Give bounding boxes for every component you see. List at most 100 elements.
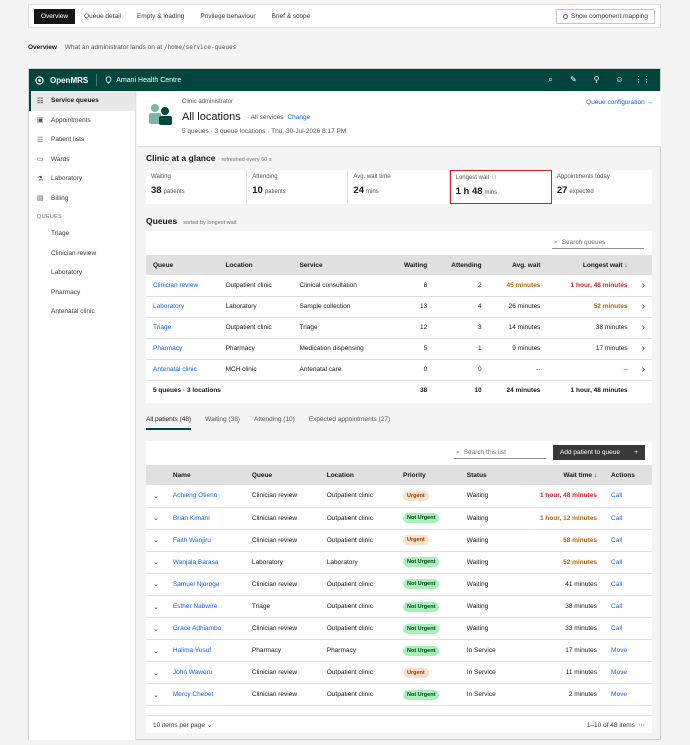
- patient-name-link[interactable]: Achieng Otieno: [165, 485, 245, 508]
- brand-name[interactable]: OpenMRS: [50, 76, 88, 85]
- call-action-link[interactable]: Call: [604, 595, 652, 619]
- tab-empty-loading[interactable]: Empty & loading: [130, 9, 191, 24]
- expand-row-icon[interactable]: ⌄: [146, 595, 166, 619]
- patient-name-link[interactable]: Faith Wanjiru: [165, 529, 245, 552]
- patient-wait-time: 58 minutes: [514, 529, 605, 552]
- table-row[interactable]: Clinician review Outpatient clinic Clinica…: [146, 275, 652, 297]
- move-action-link[interactable]: Move: [604, 639, 652, 663]
- sidebar-item-appointments[interactable]: ▣ Appointments: [29, 111, 135, 131]
- expand-row-icon[interactable]: ⌄: [146, 617, 166, 641]
- patient-location: Outpatient clinic: [319, 617, 396, 641]
- table-row: ⌄ Esther Nabwire Triage Outpatient clinic No…: [146, 595, 652, 619]
- chevron-right-icon[interactable]: ›: [634, 296, 652, 318]
- expand-row-icon[interactable]: ⌄: [146, 661, 166, 685]
- queue-attending: 2: [434, 275, 489, 297]
- move-action-link[interactable]: Move: [604, 661, 652, 685]
- patient-name-link[interactable]: Samuel Njoroge: [165, 573, 245, 596]
- tab-queue-detail[interactable]: Queue detail: [77, 9, 128, 24]
- patient-name-link[interactable]: Grace Adhiambo: [165, 617, 245, 641]
- patient-location: Outpatient clinic: [319, 661, 396, 685]
- tab-expected-appointments[interactable]: Expected appointments (27): [309, 416, 390, 430]
- queues-table-container: ⌕ Search queues Queue Location Service Wa…: [146, 231, 652, 403]
- add-patient-icon[interactable]: ⚲: [585, 75, 608, 85]
- table-row[interactable]: Triage Outpatient clinic Triage 12 3 14 minut…: [146, 317, 652, 339]
- patient-name-link[interactable]: Mercy Chebet: [165, 683, 245, 707]
- queue-configuration-link[interactable]: Queue configuration →: [586, 99, 653, 106]
- patient-name-link[interactable]: Brian Kimani: [165, 507, 245, 530]
- chevron-right-icon[interactable]: ›: [634, 359, 652, 381]
- patient-name-link[interactable]: Esther Nabwire: [165, 595, 245, 619]
- sidebar-queue-triage[interactable]: Triage: [29, 224, 135, 244]
- expand-row-icon[interactable]: ⌄: [146, 551, 166, 574]
- queue-name-link[interactable]: Triage: [146, 317, 219, 339]
- expand-row-icon[interactable]: ⌄: [146, 485, 166, 508]
- app-switcher-icon[interactable]: ⋮⋮: [631, 75, 654, 85]
- move-action-link[interactable]: Move: [604, 683, 652, 707]
- sidebar-queue-pharmacy[interactable]: Pharmacy: [29, 283, 135, 303]
- glance-heading: Clinic at a glance refreshed every 60 s: [146, 153, 272, 163]
- add-patient-button[interactable]: Add patient to queue +: [553, 445, 645, 460]
- sidebar-item-patient-lists[interactable]: ☰ Patient lists: [29, 130, 135, 150]
- queue-waiting: 5: [388, 338, 435, 360]
- admin-tools-icon[interactable]: ✎: [562, 75, 585, 85]
- call-action-link[interactable]: Call: [604, 551, 652, 574]
- call-action-link[interactable]: Call: [604, 507, 652, 530]
- chevron-right-icon[interactable]: ›: [634, 275, 652, 297]
- call-action-link[interactable]: Call: [604, 617, 652, 641]
- table-row[interactable]: Pharmacy Pharmacy Medication dispensing 5 1 9…: [146, 338, 652, 360]
- expand-row-icon[interactable]: ⌄: [146, 683, 166, 707]
- table-row[interactable]: Laboratory Laboratory Sample collection 13 4…: [146, 296, 652, 318]
- tab-privilege[interactable]: Privilege behaviour: [193, 9, 262, 24]
- banner-meta: 5 queues · 3 queue locations · Thu, 30-J…: [182, 128, 347, 135]
- expand-row-icon[interactable]: ⌄: [146, 507, 166, 530]
- patient-name-link[interactable]: Wanjala Barasa: [165, 551, 245, 574]
- call-action-link[interactable]: Call: [604, 529, 652, 552]
- patient-name-link[interactable]: John Waweru: [165, 661, 245, 685]
- queue-name-link[interactable]: Clinician review: [146, 275, 219, 297]
- patient-name-link[interactable]: Halima Yusuf: [165, 639, 245, 663]
- table-row[interactable]: Antenatal clinic MCH clinic Antenatal care…: [146, 359, 652, 381]
- calendar-icon: ▣: [37, 117, 44, 125]
- user-icon[interactable]: ☺: [608, 75, 631, 85]
- expand-row-icon[interactable]: ⌄: [146, 573, 166, 596]
- sidebar-item-billing[interactable]: ▤ Billing: [29, 189, 135, 209]
- tab-overview[interactable]: Overview: [34, 8, 76, 24]
- queue-avg-wait: 26 minutes: [488, 296, 548, 318]
- queue-name-link[interactable]: Antenatal clinic: [146, 359, 219, 381]
- queue-longest-wait: --: [547, 359, 635, 381]
- items-per-page-select[interactable]: 10 items per page ⌄: [153, 721, 212, 729]
- expand-row-icon[interactable]: ⌄: [146, 529, 166, 552]
- expand-row-icon[interactable]: ⌄: [146, 639, 166, 663]
- tab-waiting[interactable]: Waiting (38): [205, 416, 240, 430]
- queue-service: Sample collection: [292, 296, 389, 318]
- queue-search-input[interactable]: ⌕ Search queues: [552, 237, 644, 249]
- pagination-menu-icon[interactable]: ⋯: [639, 722, 646, 729]
- queue-name-link[interactable]: Laboratory: [146, 296, 219, 318]
- location-name[interactable]: Amani Health Centre: [116, 77, 181, 84]
- patient-search-input[interactable]: ⌕ Search this list: [454, 447, 546, 459]
- queue-longest-wait: 38 minutes: [547, 317, 635, 339]
- sidebar-queue-clinician-review[interactable]: Clinician review: [29, 244, 135, 264]
- patient-wait-time: 33 minutes: [514, 617, 605, 641]
- search-icon[interactable]: ⌕: [539, 75, 562, 85]
- show-mapping-button[interactable]: Show component mapping: [556, 8, 655, 24]
- chevron-right-icon[interactable]: ›: [634, 338, 652, 360]
- sidebar-item-laboratory[interactable]: ⚗ Laboratory: [29, 169, 135, 189]
- patient-status: In Service: [459, 639, 515, 663]
- tab-attending[interactable]: Attending (10): [254, 416, 295, 430]
- sidebar-queue-laboratory[interactable]: Laboratory: [29, 263, 135, 283]
- sidebar-item-wards[interactable]: ▭ Wards: [29, 150, 135, 170]
- priority-cell: Urgent: [395, 485, 460, 508]
- main-content: Clinic administrator All locations · All…: [137, 91, 661, 740]
- tab-all-patients[interactable]: All patients (48): [146, 416, 192, 430]
- sidebar-queue-antenatal[interactable]: Antenatal clinic: [29, 302, 135, 322]
- call-action-link[interactable]: Call: [604, 485, 652, 508]
- tab-brief[interactable]: Brief & scope: [265, 9, 318, 24]
- crumb-desc: What an administrator lands on at /home/…: [64, 44, 237, 51]
- queue-waiting: 12: [388, 317, 435, 339]
- sidebar-item-service-queues[interactable]: ☷ Service queues: [29, 91, 135, 111]
- queue-name-link[interactable]: Pharmacy: [146, 338, 219, 360]
- call-action-link[interactable]: Call: [604, 573, 652, 596]
- change-location-link[interactable]: Change: [287, 114, 310, 121]
- chevron-right-icon[interactable]: ›: [634, 317, 652, 339]
